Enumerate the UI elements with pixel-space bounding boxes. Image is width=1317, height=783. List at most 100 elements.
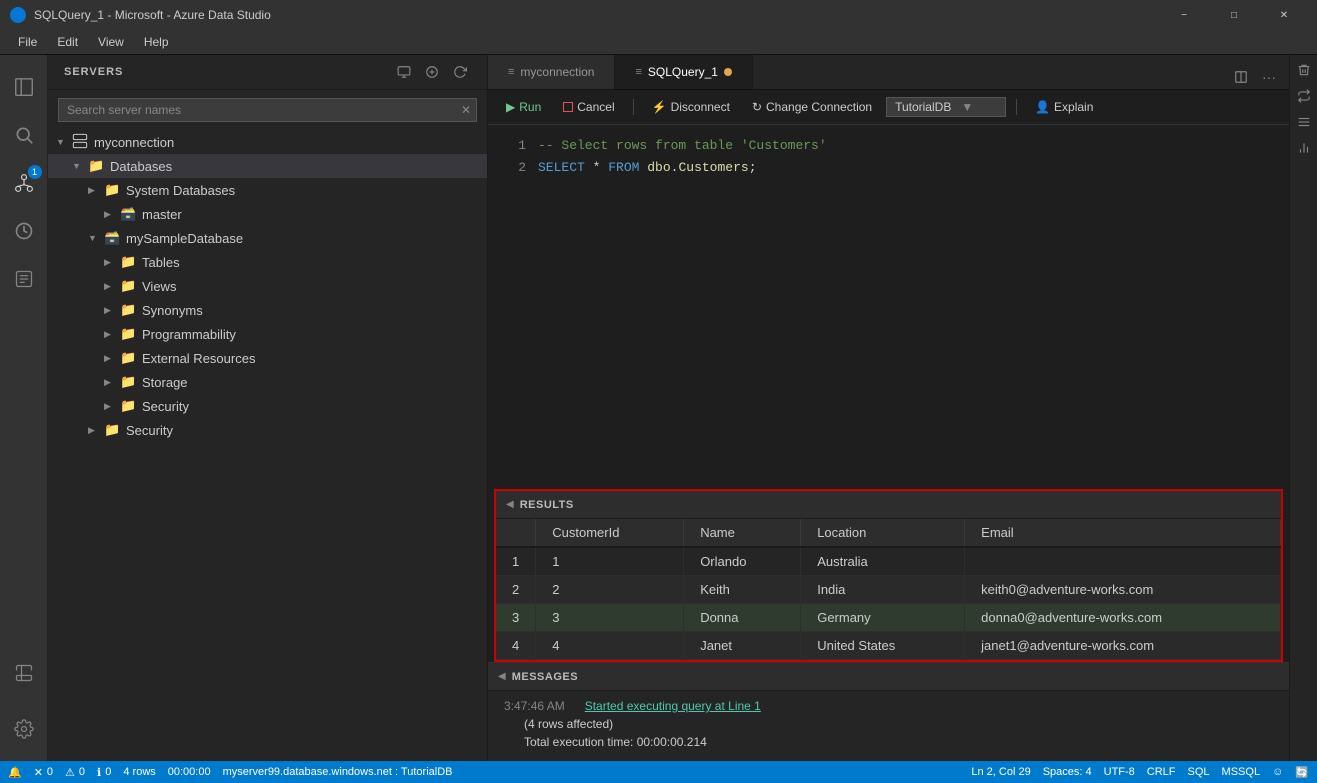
more-tabs-icon[interactable]: ···: [1257, 65, 1281, 89]
cell-email-3: donna0@adventure-works.com: [965, 604, 1281, 632]
tree-label-tables: Tables: [142, 255, 180, 270]
msg-time: 3:47:46 AM: [504, 699, 565, 713]
db-icon-mysampledb: 🗃️: [104, 230, 122, 246]
activity-connections[interactable]: 1: [0, 159, 48, 207]
search-bar: ✕: [48, 90, 487, 130]
code-star: *: [585, 157, 608, 179]
results-col-email: Email: [965, 519, 1281, 547]
tree-item-views[interactable]: ▶ 📁 Views: [48, 274, 487, 298]
new-connection-icon[interactable]: [393, 61, 415, 83]
folder-icon-programmability: 📁: [120, 326, 138, 342]
disconnect-button[interactable]: ⚡ Disconnect: [644, 97, 738, 117]
menu-edit[interactable]: Edit: [49, 33, 86, 51]
chart-icon[interactable]: [1293, 137, 1315, 159]
tree-item-myconnection[interactable]: ▼ myconnection: [48, 130, 487, 154]
messages-collapse-icon[interactable]: ◀: [498, 671, 506, 682]
cancel-button[interactable]: Cancel: [555, 97, 622, 117]
activity-extensions[interactable]: [0, 649, 48, 697]
status-left: 🔔 ✕ 0 ⚠ 0 ℹ 0: [8, 766, 111, 779]
minimize-button[interactable]: −: [1161, 0, 1207, 30]
close-button[interactable]: ✕: [1261, 0, 1307, 30]
tab-sqlquery[interactable]: ≡ SQLQuery_1: [615, 55, 752, 89]
status-errors[interactable]: ✕ 0: [34, 766, 53, 779]
code-semicolon: ;: [749, 157, 757, 179]
tree-item-synonyms[interactable]: ▶ 📁 Synonyms: [48, 298, 487, 322]
msg-link[interactable]: Started executing query at Line 1: [585, 699, 761, 713]
status-sync-icon[interactable]: 🔄: [1295, 766, 1309, 779]
code-editor[interactable]: 1 2 -- Select rows from table 'Customers…: [488, 125, 1289, 485]
save-results-icon[interactable]: [1293, 85, 1315, 107]
msg-execution-time: Total execution time: 00:00:00.214: [524, 735, 707, 749]
results-col-name: Name: [684, 519, 801, 547]
status-info[interactable]: ℹ 0: [97, 766, 111, 779]
results-table-wrap: CustomerId Name Location Email 1 1 Orlan…: [496, 519, 1281, 660]
tree-item-security2[interactable]: ▶ 📁 Security: [48, 418, 487, 442]
change-connection-icon: ↻: [752, 100, 762, 114]
cell-email-2: keith0@adventure-works.com: [965, 576, 1281, 604]
status-smiley-icon[interactable]: ☺: [1272, 766, 1283, 778]
query-toolbar: ▶ Run Cancel ⚡ Disconnect ↻ Change Conne…: [488, 90, 1289, 125]
menu-help[interactable]: Help: [136, 33, 177, 51]
expand-arrow-mysampledb: ▼: [88, 233, 104, 243]
tree-label-mysampledb: mySampleDatabase: [126, 231, 243, 246]
split-editor-icon[interactable]: [1229, 65, 1253, 89]
explain-label: Explain: [1054, 100, 1093, 114]
status-language[interactable]: SQL: [1188, 766, 1210, 778]
expand-arrow-systemdbs: ▶: [88, 185, 104, 196]
tree-label-security2: Security: [126, 423, 173, 438]
cell-name-2: Keith: [684, 576, 801, 604]
expand-arrow-views: ▶: [104, 281, 120, 292]
search-input[interactable]: [58, 98, 477, 122]
explain-button[interactable]: 👤 Explain: [1027, 97, 1101, 117]
cell-location-1: Australia: [801, 547, 965, 576]
folder-icon-tables: 📁: [120, 254, 138, 270]
database-selector[interactable]: TutorialDB ▼: [886, 97, 1006, 117]
add-server-icon[interactable]: [421, 61, 443, 83]
tab-myconnection[interactable]: ≡ myconnection: [488, 55, 615, 89]
expand-arrow-tables: ▶: [104, 257, 120, 268]
status-mode[interactable]: MSSQL: [1222, 766, 1261, 778]
search-clear-icon[interactable]: ✕: [461, 103, 471, 117]
msg-details: Started executing query at Line 1: [585, 699, 761, 713]
status-position[interactable]: Ln 2, Col 29: [971, 766, 1030, 778]
results-container: ◀ RESULTS CustomerId Name Location Email: [494, 489, 1283, 662]
expand-arrow-externalresources: ▶: [104, 353, 120, 364]
status-encoding[interactable]: UTF-8: [1104, 766, 1135, 778]
clear-results-icon[interactable]: [1293, 59, 1315, 81]
results-collapse-icon[interactable]: ◀: [506, 499, 514, 510]
maximize-button[interactable]: □: [1211, 0, 1257, 30]
tree-item-systemdbs[interactable]: ▶ 📁 System Databases: [48, 178, 487, 202]
toggle-results-icon[interactable]: [1293, 111, 1315, 133]
refresh-servers-icon[interactable]: [449, 61, 471, 83]
code-comment: -- Select rows from table 'Customers': [538, 135, 827, 157]
menu-view[interactable]: View: [90, 33, 132, 51]
tree-item-programmability[interactable]: ▶ 📁 Programmability: [48, 322, 487, 346]
menu-file[interactable]: File: [10, 33, 45, 51]
status-spaces[interactable]: Spaces: 4: [1043, 766, 1092, 778]
activity-history[interactable]: [0, 207, 48, 255]
tree-item-storage[interactable]: ▶ 📁 Storage: [48, 370, 487, 394]
run-button[interactable]: ▶ Run: [498, 97, 549, 117]
activity-settings[interactable]: [0, 705, 48, 753]
tree-label-myconnection: myconnection: [94, 135, 174, 150]
sidebar-actions: [393, 61, 471, 83]
tree-label-systemdbs: System Databases: [126, 183, 235, 198]
tree-item-security1[interactable]: ▶ 📁 Security: [48, 394, 487, 418]
connections-badge: 1: [28, 165, 42, 179]
tree-item-mysampledb[interactable]: ▼ 🗃️ mySampleDatabase: [48, 226, 487, 250]
expand-arrow-security2: ▶: [88, 425, 104, 436]
tree-item-databases[interactable]: ▼ 📁 Databases: [48, 154, 487, 178]
status-line-ending[interactable]: CRLF: [1147, 766, 1176, 778]
tab-icon-sqlquery: ≡: [635, 66, 641, 78]
activity-bar: 1: [0, 55, 48, 761]
activity-search[interactable]: [0, 111, 48, 159]
activity-files[interactable]: [0, 63, 48, 111]
activity-query[interactable]: [0, 255, 48, 303]
status-warnings[interactable]: ⚠ 0: [65, 766, 85, 779]
cell-name-1: Orlando: [684, 547, 801, 576]
tree-item-tables[interactable]: ▶ 📁 Tables: [48, 250, 487, 274]
tree-item-master[interactable]: ▶ 🗃️ master: [48, 202, 487, 226]
status-notifications[interactable]: 🔔: [8, 766, 22, 779]
tree-item-externalresources[interactable]: ▶ 📁 External Resources: [48, 346, 487, 370]
change-connection-button[interactable]: ↻ Change Connection: [744, 97, 880, 117]
